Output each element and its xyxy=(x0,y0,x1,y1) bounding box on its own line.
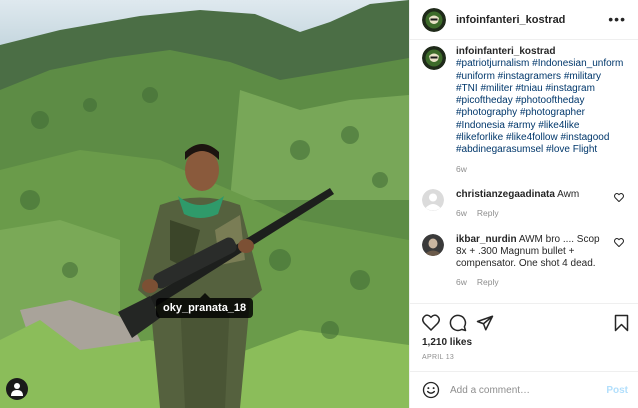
comment-meta: 6w Reply xyxy=(456,276,612,288)
comment-age: 6w xyxy=(456,208,467,219)
reply-button[interactable]: Reply xyxy=(477,277,499,287)
like-count[interactable]: 1,210 likes xyxy=(422,337,472,348)
caption-age: 6w xyxy=(456,163,467,174)
post-details-panel: infoinfanteri_kostrad ••• infoinfanteri_… xyxy=(409,0,638,408)
comment-username[interactable]: ikbar_nurdin xyxy=(456,234,517,245)
comment-text: Awm xyxy=(557,188,580,200)
like-comment-heart-icon[interactable] xyxy=(614,237,624,247)
add-comment-bar: Post xyxy=(410,371,638,408)
person-icon xyxy=(11,383,23,396)
user-photo-avatar xyxy=(422,233,444,256)
caption-username[interactable]: infoinfanteri_kostrad xyxy=(456,46,624,58)
avatar[interactable] xyxy=(422,233,444,256)
post-date: APRIL 13 xyxy=(422,354,455,361)
action-bar xyxy=(410,303,638,337)
avatar[interactable] xyxy=(422,188,444,211)
account-logo-icon xyxy=(422,46,446,70)
comment-icon[interactable] xyxy=(449,314,467,332)
reply-button[interactable]: Reply xyxy=(477,208,499,218)
comment-body: christianzegaadinata Awm 6w Reply xyxy=(456,189,612,220)
comment-username[interactable]: christianzegaadinata xyxy=(456,189,555,200)
caption-hashtags[interactable]: #patriotjurnalism #Indonesian_unform #un… xyxy=(456,58,623,155)
default-avatar-icon xyxy=(422,188,444,211)
emoji-icon[interactable] xyxy=(422,381,440,399)
post-header: infoinfanteri_kostrad ••• xyxy=(410,0,638,40)
avatar[interactable] xyxy=(422,46,446,70)
user-tags-button[interactable] xyxy=(6,378,28,400)
account-logo-icon xyxy=(422,7,446,32)
ellipsis-icon[interactable]: ••• xyxy=(608,12,626,26)
caption-body: infoinfanteri_kostrad #patriotjurnalism … xyxy=(456,46,624,175)
comment-meta: 6w Reply xyxy=(456,207,612,219)
bookmark-icon[interactable] xyxy=(614,314,629,332)
header-username[interactable]: infoinfanteri_kostrad xyxy=(456,14,565,26)
post-photo[interactable]: oky_pranata_18 xyxy=(0,0,409,408)
caption: infoinfanteri_kostrad #patriotjurnalism … xyxy=(422,46,628,175)
photo-scene xyxy=(0,0,409,408)
photo-user-tag[interactable]: oky_pranata_18 xyxy=(156,293,254,318)
comment: ikbar_nurdin AWM bro .... Scop 8x + .300… xyxy=(422,233,628,289)
comment-body: ikbar_nurdin AWM bro .... Scop 8x + .300… xyxy=(456,234,612,289)
comment-age: 6w xyxy=(456,277,467,288)
comments-section: infoinfanteri_kostrad #patriotjurnalism … xyxy=(410,41,638,303)
avatar[interactable] xyxy=(422,7,446,32)
comment: christianzegaadinata Awm 6w Reply xyxy=(422,188,628,220)
post-button[interactable]: Post xyxy=(606,385,628,396)
comment-input[interactable] xyxy=(450,384,607,396)
heart-icon[interactable] xyxy=(422,314,440,331)
share-icon[interactable] xyxy=(476,314,494,332)
like-comment-heart-icon[interactable] xyxy=(614,192,624,202)
